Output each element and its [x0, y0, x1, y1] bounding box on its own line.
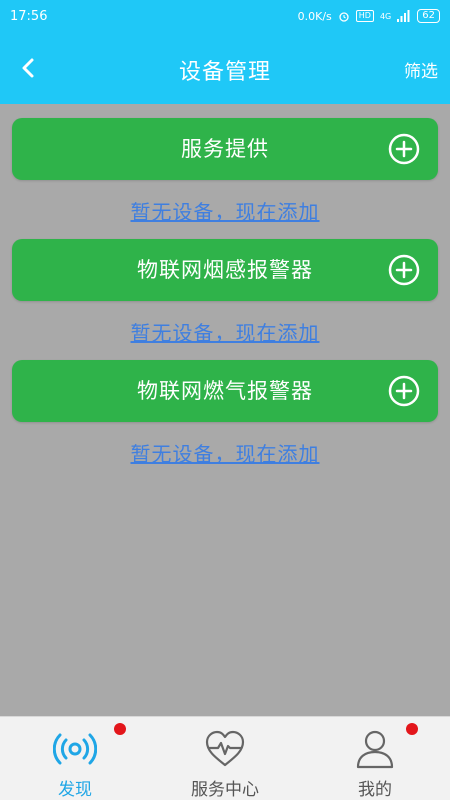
signal-bars-icon	[397, 10, 410, 22]
network-speed: 0.0K/s	[297, 9, 332, 23]
hd-badge: HD	[355, 10, 374, 22]
add-device-link[interactable]: 暂无设备，现在添加	[0, 317, 450, 346]
category-card-gas-alarm[interactable]: 物联网燃气报警器	[12, 360, 438, 422]
heart-pulse-icon	[205, 730, 245, 767]
category-label: 物联网燃气报警器	[137, 379, 313, 403]
nav-item-discover[interactable]: 发现	[0, 717, 150, 800]
category-label: 服务提供	[181, 137, 269, 161]
category-card-smoke-alarm[interactable]: 物联网烟感报警器	[12, 239, 438, 301]
device-list: 服务提供 暂无设备，现在添加 物联网烟感报警器 暂无设备，现在添加 物联网燃气报…	[0, 104, 450, 716]
nav-label: 发现	[58, 780, 92, 800]
user-icon	[356, 730, 394, 769]
status-bar: 17:56 0.0K/s HD 4G 62	[0, 0, 450, 32]
add-circle-icon[interactable]	[388, 254, 420, 286]
alarm-icon	[339, 12, 349, 22]
add-device-link[interactable]: 暂无设备，现在添加	[0, 196, 450, 225]
notification-badge	[406, 723, 418, 735]
battery-indicator: 62	[417, 9, 440, 23]
filter-button[interactable]: 筛选	[404, 57, 438, 82]
category-label: 物联网烟感报警器	[137, 258, 313, 282]
app-bar: 设备管理 筛选	[0, 32, 450, 104]
status-icons: 0.0K/s HD 4G 62	[298, 9, 440, 23]
notification-badge	[114, 723, 126, 735]
nav-item-mine[interactable]: 我的	[300, 717, 450, 800]
add-circle-icon[interactable]	[388, 375, 420, 407]
add-circle-icon[interactable]	[388, 133, 420, 165]
status-time: 17:56	[10, 8, 48, 24]
add-device-link[interactable]: 暂无设备，现在添加	[0, 438, 450, 467]
nav-label: 服务中心	[191, 780, 259, 800]
signal-icon	[53, 733, 97, 765]
page-title: 设备管理	[178, 60, 271, 85]
signal-type: 4G	[379, 11, 392, 21]
nav-label: 我的	[358, 780, 392, 800]
nav-item-service-center[interactable]: 服务中心	[150, 717, 300, 800]
bottom-nav: 发现 服务中心 我的	[0, 716, 450, 800]
category-card-service[interactable]: 服务提供	[12, 118, 438, 180]
